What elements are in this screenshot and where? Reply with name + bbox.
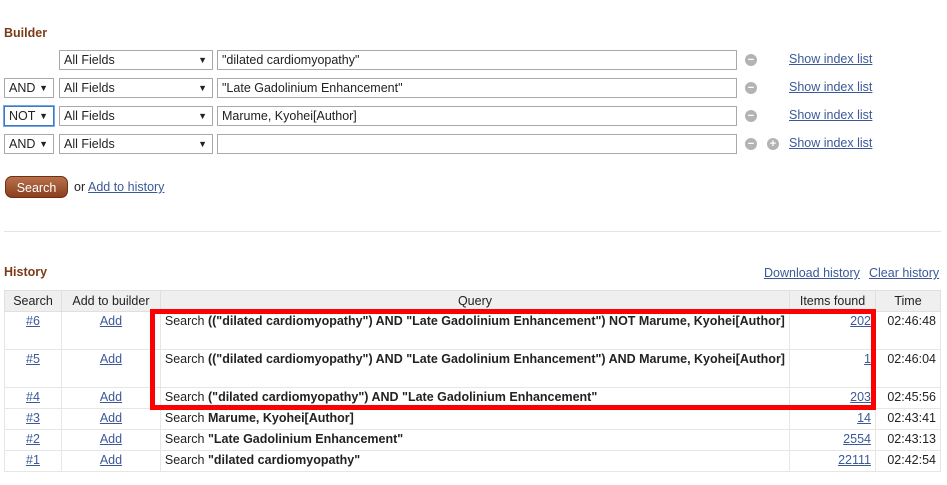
show-index-list-link[interactable]: Show index list (789, 108, 872, 122)
query-cell: Search (("dilated cardiomyopathy") AND "… (159, 349, 791, 388)
add-row-icon[interactable]: + (767, 138, 779, 150)
query-cell: Search "dilated cardiomyopathy" (159, 450, 791, 472)
field-select[interactable]: All Fields ▼ (59, 106, 213, 126)
field-select[interactable]: All Fields ▼ (59, 78, 213, 98)
dropdown-arrow-icon: ▼ (39, 111, 48, 121)
dropdown-arrow-icon: ▼ (39, 139, 48, 149)
show-index-list-link[interactable]: Show index list (789, 80, 872, 94)
column-header-items-found[interactable]: Items found (789, 290, 876, 312)
search-number-link[interactable]: #4 (26, 390, 40, 404)
time-cell: 02:43:13 (874, 429, 942, 451)
or-text: or (74, 180, 86, 194)
builder-title: Builder (4, 26, 48, 40)
dropdown-arrow-icon: ▼ (39, 83, 48, 93)
remove-row-icon[interactable]: − (745, 54, 757, 66)
term-input[interactable] (217, 134, 737, 154)
show-index-list-link[interactable]: Show index list (789, 52, 872, 66)
clear-history-link[interactable]: Clear history (869, 266, 939, 280)
history-row: #2 Add Search "Late Gadolinium Enhanceme… (4, 429, 942, 451)
add-to-builder-link[interactable]: Add (100, 352, 122, 366)
term-input[interactable]: Marume, Kyohei[Author] (217, 106, 737, 126)
divider (4, 231, 941, 232)
add-to-builder-link[interactable]: Add (100, 390, 122, 404)
field-select[interactable]: All Fields ▼ (59, 50, 213, 70)
time-cell: 02:42:54 (874, 450, 942, 472)
search-number-link[interactable]: #3 (26, 411, 40, 425)
items-found-link[interactable]: 203 (850, 390, 871, 404)
add-to-builder-link[interactable]: Add (100, 314, 122, 328)
query-cell: Search (("dilated cardiomyopathy") AND "… (159, 311, 791, 350)
term-input[interactable]: "Late Gadolinium Enhancement" (217, 78, 737, 98)
search-number-link[interactable]: #2 (26, 432, 40, 446)
add-to-builder-link[interactable]: Add (100, 432, 122, 446)
operator-select[interactable]: NOT ▼ (4, 106, 54, 126)
column-header-add-to-builder[interactable]: Add to builder (60, 290, 161, 312)
remove-row-icon[interactable]: − (745, 110, 757, 122)
show-index-list-link[interactable]: Show index list (789, 136, 872, 150)
operator-select[interactable]: AND ▼ (4, 134, 54, 154)
dropdown-arrow-icon: ▼ (198, 55, 207, 65)
history-table: Search Add to builder Query Items found … (4, 290, 942, 472)
search-number-link[interactable]: #5 (26, 352, 40, 366)
search-number-link[interactable]: #6 (26, 314, 40, 328)
history-header-row: Search Add to builder Query Items found … (4, 290, 942, 312)
field-select[interactable]: All Fields ▼ (59, 134, 213, 154)
download-history-link[interactable]: Download history (764, 266, 860, 280)
add-to-builder-link[interactable]: Add (100, 453, 122, 467)
items-found-link[interactable]: 14 (857, 411, 871, 425)
time-cell: 02:46:48 (874, 311, 942, 350)
dropdown-arrow-icon: ▼ (198, 111, 207, 121)
remove-row-icon[interactable]: − (745, 138, 757, 150)
time-cell: 02:45:56 (874, 387, 942, 409)
column-header-query[interactable]: Query (159, 290, 791, 312)
query-cell: Search Marume, Kyohei[Author] (159, 408, 791, 430)
history-row: #4 Add Search ("dilated cardiomyopathy")… (4, 387, 942, 409)
items-found-link[interactable]: 1 (864, 352, 871, 366)
query-cell: Search ("dilated cardiomyopathy") AND "L… (159, 387, 791, 409)
operator-select[interactable]: AND ▼ (4, 78, 54, 98)
time-cell: 02:46:04 (874, 349, 942, 388)
term-input[interactable]: "dilated cardiomyopathy" (217, 50, 737, 70)
search-number-link[interactable]: #1 (26, 453, 40, 467)
items-found-link[interactable]: 2554 (843, 432, 871, 446)
time-cell: 02:43:41 (874, 408, 942, 430)
query-cell: Search "Late Gadolinium Enhancement" (159, 429, 791, 451)
dropdown-arrow-icon: ▼ (198, 83, 207, 93)
history-row: #6 Add Search (("dilated cardiomyopathy"… (4, 311, 942, 350)
remove-row-icon[interactable]: − (745, 82, 757, 94)
column-header-time[interactable]: Time (874, 290, 942, 312)
history-title: History (4, 265, 48, 279)
items-found-link[interactable]: 22111 (838, 453, 871, 467)
add-to-builder-link[interactable]: Add (100, 411, 122, 425)
history-row: #3 Add Search Marume, Kyohei[Author] 14 … (4, 408, 942, 430)
history-row: #5 Add Search (("dilated cardiomyopathy"… (4, 349, 942, 388)
add-to-history-link[interactable]: Add to history (88, 180, 164, 194)
items-found-link[interactable]: 202 (850, 314, 871, 328)
search-button[interactable]: Search (5, 176, 68, 198)
column-header-search[interactable]: Search (4, 290, 62, 312)
history-row: #1 Add Search "dilated cardiomyopathy" 2… (4, 450, 942, 472)
dropdown-arrow-icon: ▼ (198, 139, 207, 149)
